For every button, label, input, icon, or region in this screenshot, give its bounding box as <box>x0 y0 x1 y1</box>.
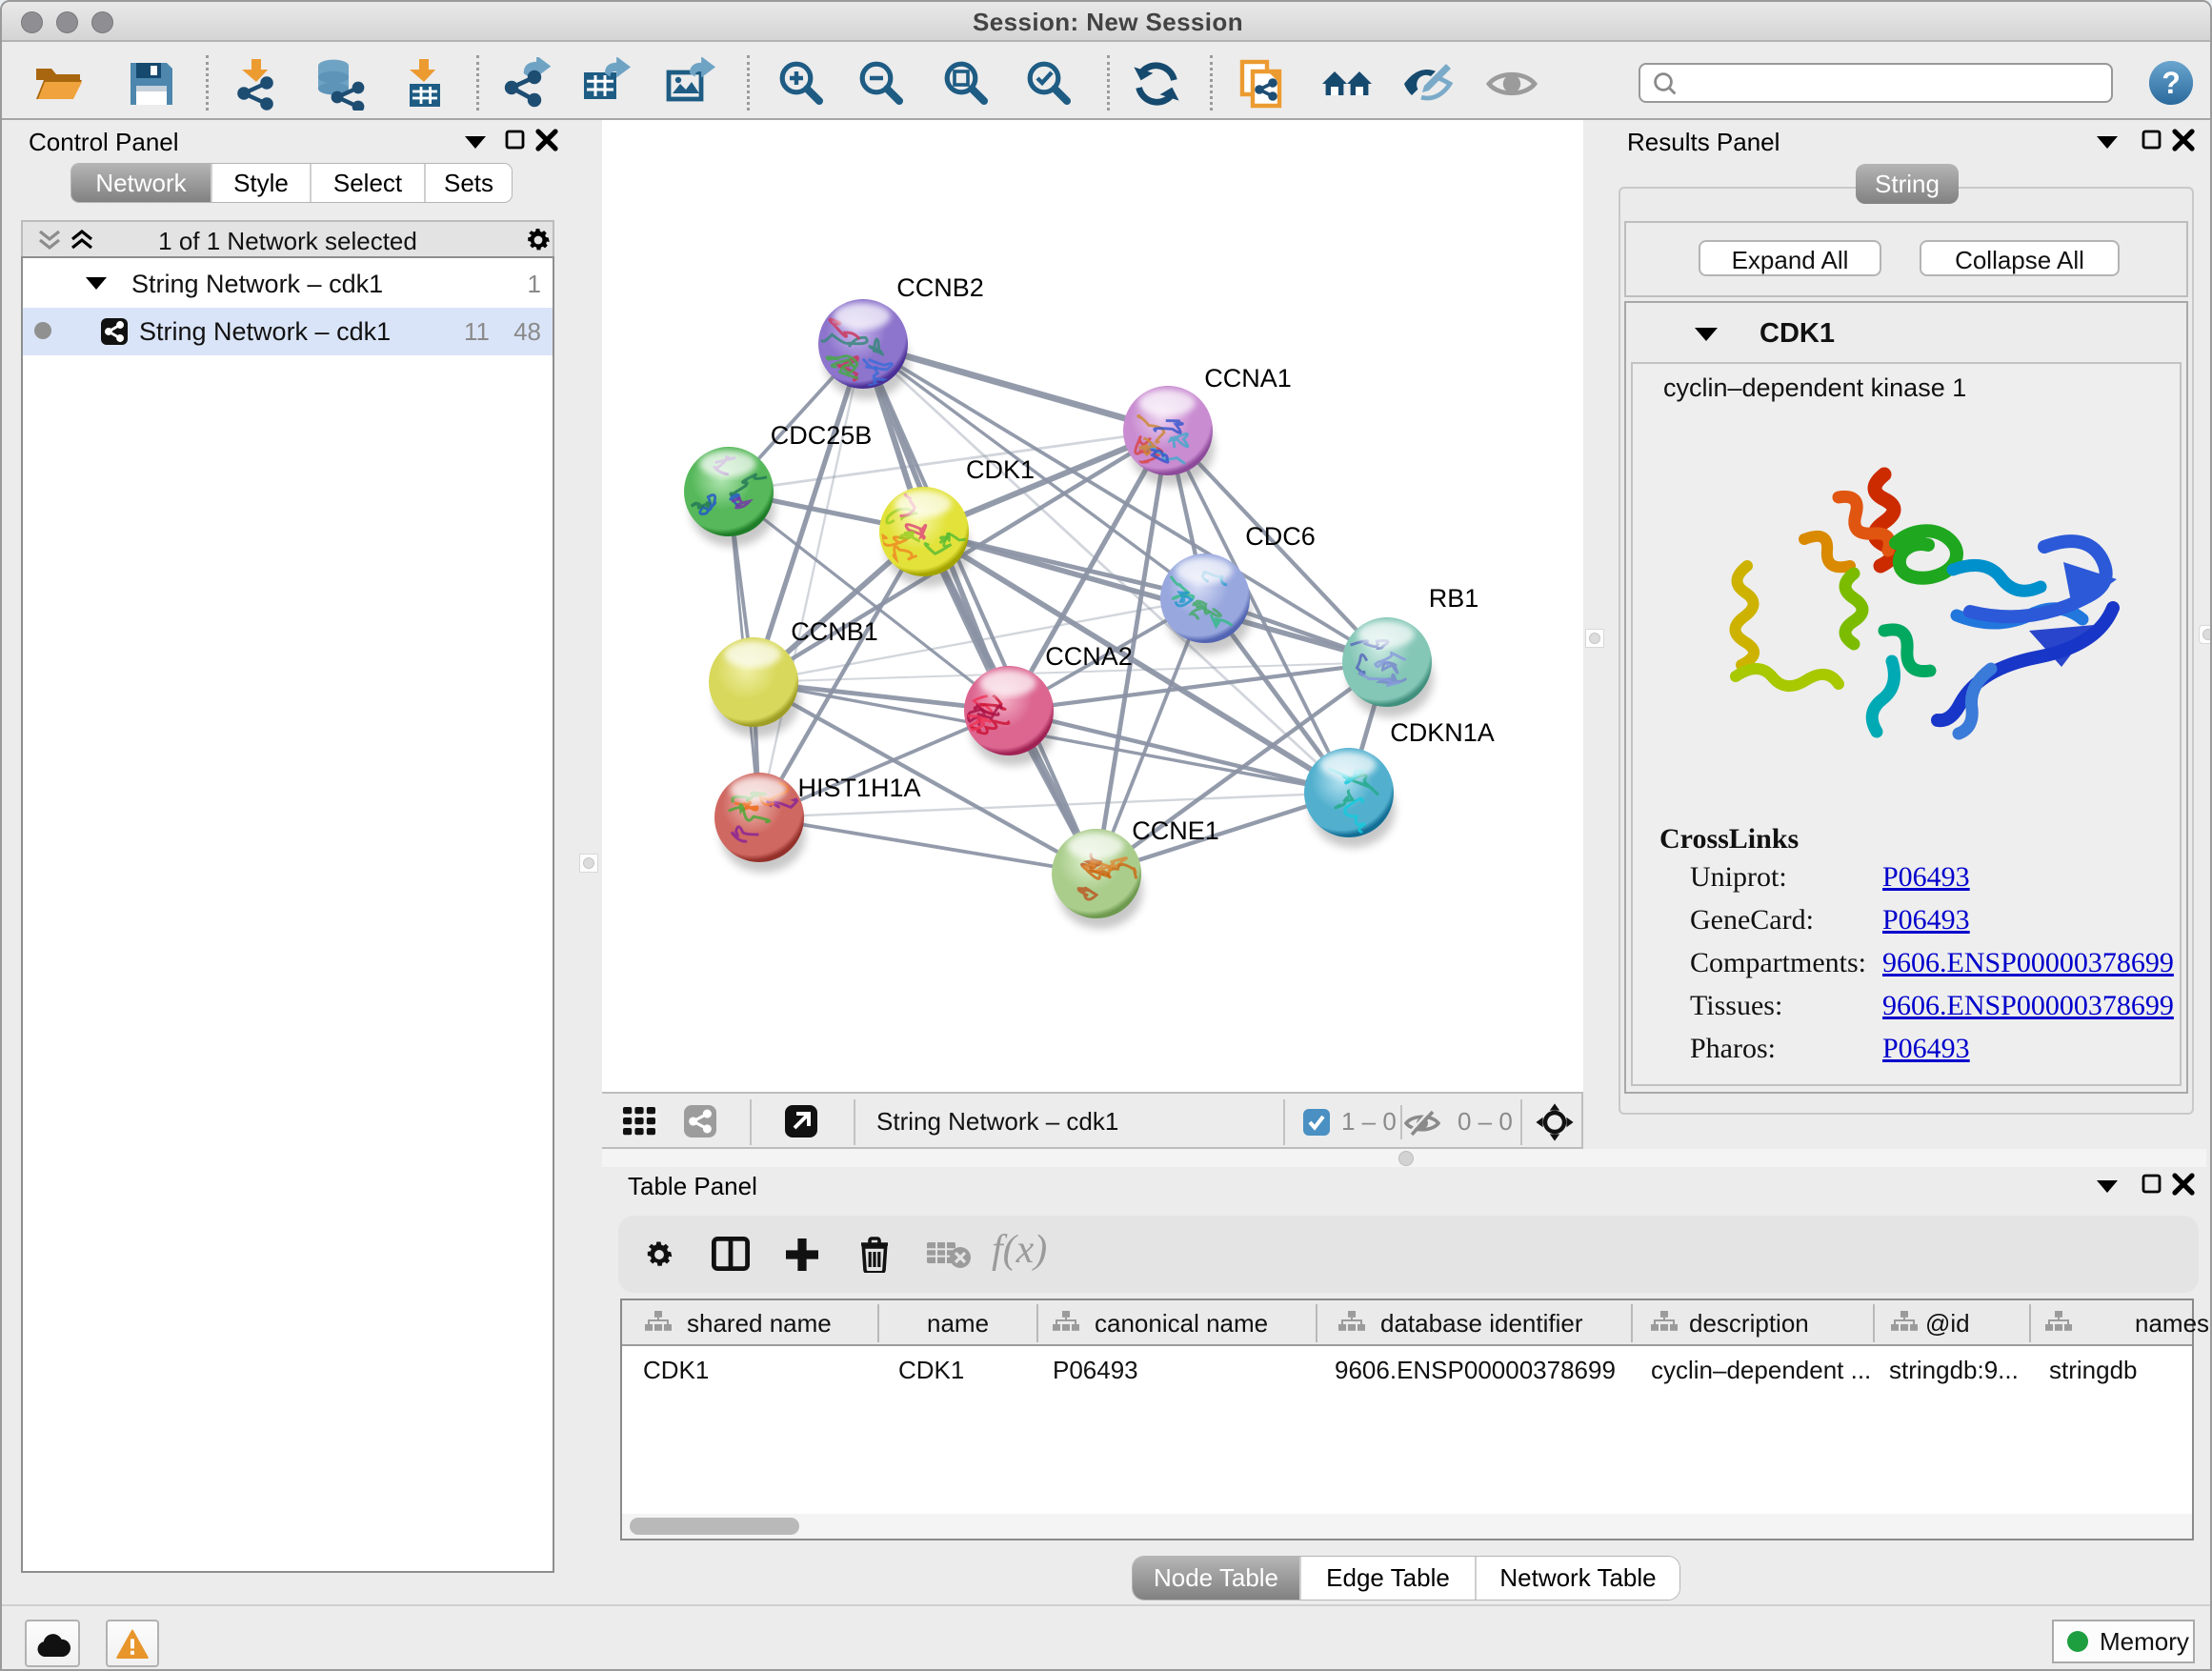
svg-text:CDC6: CDC6 <box>1245 522 1316 551</box>
svg-text:CDC25B: CDC25B <box>771 421 873 450</box>
svg-text:CCNB1: CCNB1 <box>791 617 878 646</box>
svg-text:CCNB2: CCNB2 <box>896 273 984 302</box>
svg-text:?: ? <box>2162 66 2181 100</box>
svg-text:CCNA2: CCNA2 <box>1045 642 1133 671</box>
svg-text:HIST1H1A: HIST1H1A <box>797 774 920 802</box>
svg-text:CDK1: CDK1 <box>966 455 1035 484</box>
svg-text:CCNE1: CCNE1 <box>1132 816 1219 845</box>
svg-text:CCNA1: CCNA1 <box>1204 364 1292 393</box>
svg-text:CDKN1A: CDKN1A <box>1390 718 1495 747</box>
svg-text:RB1: RB1 <box>1429 584 1479 613</box>
